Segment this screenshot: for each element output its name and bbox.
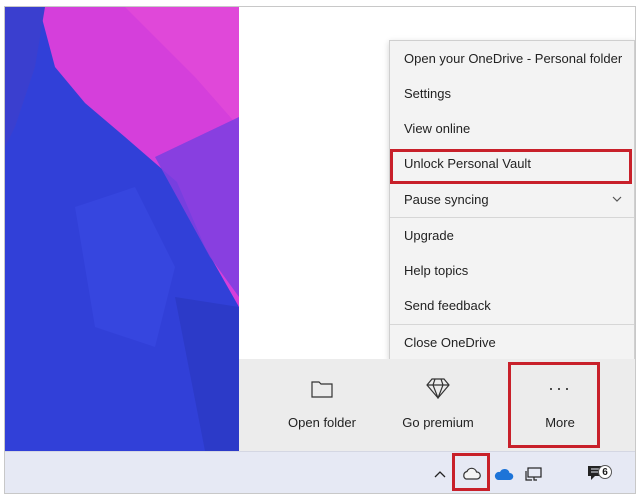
menu-item-help-topics[interactable]: Help topics: [390, 253, 634, 288]
chevron-up-icon: [434, 471, 446, 478]
go-premium-label: Go premium: [402, 415, 474, 430]
menu-item-pause-syncing[interactable]: Pause syncing: [390, 182, 634, 217]
highlight-more-button: [508, 362, 600, 448]
desktop-wallpaper: [5, 7, 239, 451]
folder-icon: [311, 381, 333, 398]
menu-item-close-onedrive[interactable]: Close OneDrive: [390, 325, 634, 360]
highlight-unlock-personal-vault: [390, 149, 632, 184]
menu-item-send-feedback[interactable]: Send feedback: [390, 288, 634, 323]
menu-item-open-folder[interactable]: Open your OneDrive - Personal folder: [390, 41, 634, 76]
highlight-onedrive-tray-icon: [452, 453, 490, 491]
notification-count-badge: 6: [598, 465, 612, 479]
open-folder-label: Open folder: [288, 415, 356, 430]
chevron-down-icon: [612, 196, 622, 202]
open-folder-button[interactable]: Open folder: [277, 359, 367, 451]
network-icon: [525, 467, 542, 481]
go-premium-button[interactable]: Go premium: [393, 359, 483, 451]
menu-item-view-online[interactable]: View online: [390, 111, 634, 146]
menu-item-settings[interactable]: Settings: [390, 76, 634, 111]
diamond-icon: [426, 378, 450, 399]
menu-item-upgrade[interactable]: Upgrade: [390, 218, 634, 253]
onedrive-blue-cloud-icon: [494, 468, 514, 480]
network-tray-icon[interactable]: [523, 452, 545, 493]
screenshot-frame: Open your OneDrive - Personal folder Set…: [4, 6, 636, 494]
taskbar: 6: [5, 451, 635, 493]
more-context-menu: Open your OneDrive - Personal folder Set…: [389, 40, 635, 360]
onedrive-business-tray-icon[interactable]: [493, 452, 515, 493]
show-hidden-icons-button[interactable]: [431, 452, 449, 493]
action-center-button[interactable]: 6: [585, 452, 612, 493]
